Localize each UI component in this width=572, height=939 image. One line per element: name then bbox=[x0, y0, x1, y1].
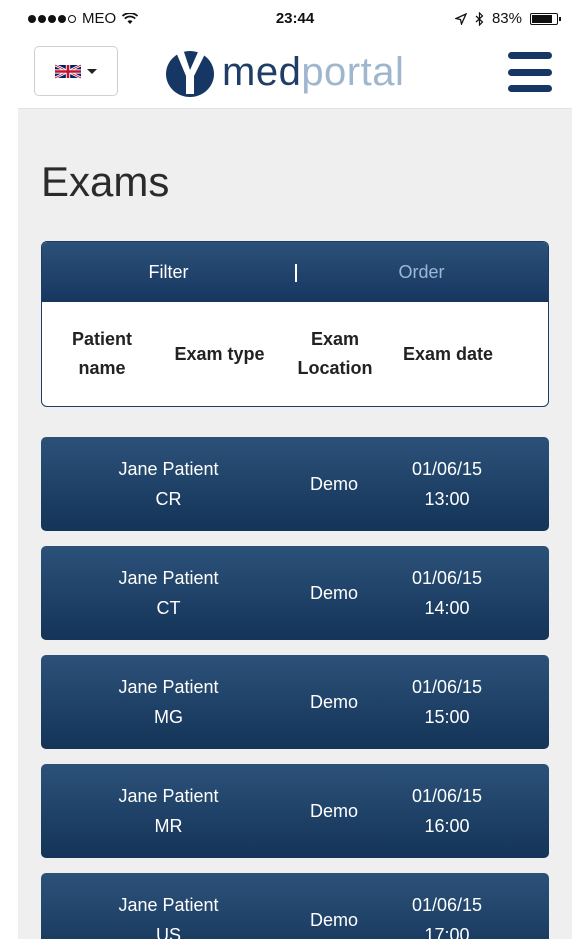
patient-name: Jane Patient bbox=[118, 677, 219, 697]
menu-bar bbox=[508, 85, 552, 92]
exam-patient-cell: Jane Patient CT bbox=[51, 563, 286, 623]
logo-text: medportal bbox=[222, 50, 404, 95]
app-header: medportal bbox=[18, 40, 572, 109]
exam-patient-cell: Jane Patient MG bbox=[51, 672, 286, 732]
exam-date: 01/06/15 bbox=[411, 786, 483, 806]
exam-location: Demo bbox=[309, 909, 358, 930]
logo-mark-icon bbox=[166, 51, 214, 97]
exam-date: 01/06/15 bbox=[411, 895, 483, 915]
exam-row[interactable]: Jane Patient CT Demo 01/06/15 14:00 bbox=[41, 546, 549, 640]
patient-name: Jane Patient bbox=[118, 568, 219, 588]
menu-bar bbox=[508, 52, 552, 59]
exam-location: Demo bbox=[309, 473, 358, 494]
exam-type: MR bbox=[154, 816, 183, 836]
column-headers: Patient name Exam type Exam Location Exa… bbox=[42, 302, 548, 406]
hamburger-menu-icon[interactable] bbox=[508, 52, 552, 92]
exam-row[interactable]: Jane Patient US Demo 01/06/15 17:00 bbox=[41, 873, 549, 939]
uk-flag-icon bbox=[55, 63, 81, 79]
exam-time: 13:00 bbox=[424, 489, 470, 509]
menu-bar bbox=[508, 68, 552, 76]
column-header-exam-location[interactable]: Exam Location bbox=[287, 325, 383, 383]
exam-time: 14:00 bbox=[424, 598, 470, 618]
exam-date-cell: 01/06/15 13:00 bbox=[382, 454, 512, 514]
medportal-logo[interactable]: medportal bbox=[164, 42, 404, 102]
chevron-down-icon bbox=[87, 68, 97, 74]
status-right: 83% bbox=[454, 10, 561, 27]
battery-fill bbox=[532, 14, 552, 23]
exam-date: 01/06/15 bbox=[411, 568, 483, 588]
battery-percent: 83% bbox=[491, 10, 522, 27]
filter-order-bar: Filter Order bbox=[42, 242, 548, 302]
exam-time: 16:00 bbox=[424, 816, 470, 836]
exam-patient-cell: Jane Patient CR bbox=[51, 454, 286, 514]
battery-icon bbox=[530, 12, 561, 25]
exam-location: Demo bbox=[309, 691, 358, 712]
patient-name: Jane Patient bbox=[118, 895, 219, 915]
exam-date: 01/06/15 bbox=[411, 459, 483, 479]
column-header-patient-name[interactable]: Patient name bbox=[52, 325, 152, 383]
status-bar: MEO 23:44 83% bbox=[18, 0, 572, 40]
exam-location: Demo bbox=[309, 800, 358, 821]
exam-row[interactable]: Jane Patient MG Demo 01/06/15 15:00 bbox=[41, 655, 549, 749]
filter-tab[interactable]: Filter bbox=[42, 262, 295, 283]
exam-date-cell: 01/06/15 16:00 bbox=[382, 781, 512, 841]
tab-divider bbox=[295, 264, 297, 282]
exam-type: CT bbox=[156, 598, 181, 618]
exam-location: Demo bbox=[309, 582, 358, 603]
phone-screen: MEO 23:44 83% medportal Exams Filter Ord… bbox=[18, 0, 572, 939]
column-header-exam-date[interactable]: Exam date bbox=[383, 340, 513, 369]
logo-text-portal: portal bbox=[301, 49, 405, 94]
exam-type: CR bbox=[155, 489, 182, 509]
exam-date-cell: 01/06/15 17:00 bbox=[382, 890, 512, 939]
exam-time: 17:00 bbox=[424, 925, 470, 939]
exam-date: 01/06/15 bbox=[411, 677, 483, 697]
exam-type: MG bbox=[154, 707, 183, 727]
exam-time: 15:00 bbox=[424, 707, 470, 727]
main-content: Exams Filter Order Patient name Exam typ… bbox=[18, 157, 572, 939]
exam-row[interactable]: Jane Patient CR Demo 01/06/15 13:00 bbox=[41, 437, 549, 531]
exam-date-cell: 01/06/15 15:00 bbox=[382, 672, 512, 732]
page-title: Exams bbox=[41, 158, 170, 205]
exams-table-panel: Filter Order Patient name Exam type Exam… bbox=[41, 241, 549, 407]
logo-text-med: med bbox=[222, 49, 302, 94]
column-header-exam-type[interactable]: Exam type bbox=[152, 340, 287, 369]
patient-name: Jane Patient bbox=[118, 786, 219, 806]
language-selector-button[interactable] bbox=[34, 46, 118, 96]
patient-name: Jane Patient bbox=[118, 459, 219, 479]
exam-patient-cell: Jane Patient US bbox=[51, 890, 286, 939]
exam-list: Jane Patient CR Demo 01/06/15 13:00 Jane… bbox=[41, 437, 549, 939]
exam-patient-cell: Jane Patient MR bbox=[51, 781, 286, 841]
location-arrow-icon bbox=[454, 12, 467, 25]
order-tab[interactable]: Order bbox=[295, 262, 548, 283]
exam-date-cell: 01/06/15 14:00 bbox=[382, 563, 512, 623]
exam-type: US bbox=[155, 925, 181, 939]
exam-row[interactable]: Jane Patient MR Demo 01/06/15 16:00 bbox=[41, 764, 549, 858]
bluetooth-icon bbox=[475, 11, 484, 26]
